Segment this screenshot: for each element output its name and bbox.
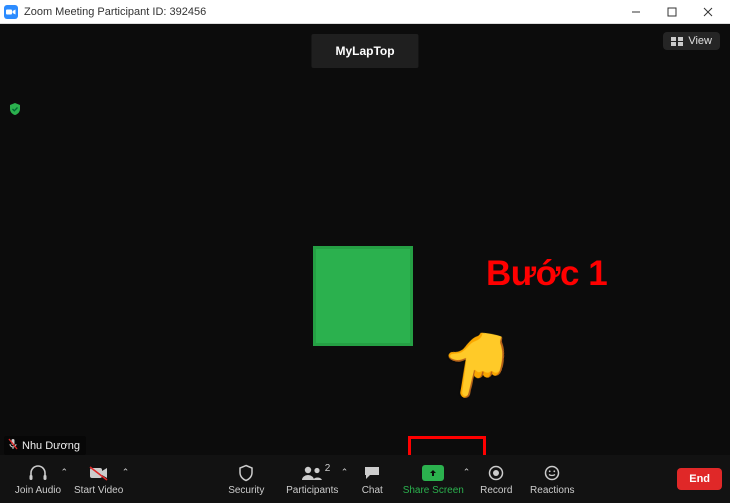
- mic-muted-icon: [8, 438, 18, 453]
- video-off-icon: [88, 463, 110, 483]
- annotation-step-label: Bước 1: [486, 254, 607, 294]
- self-name-badge: Nhu Dương: [4, 436, 86, 455]
- record-button[interactable]: Record: [470, 463, 522, 496]
- reactions-button[interactable]: Reactions: [522, 463, 582, 496]
- self-name-text: Nhu Dương: [22, 440, 80, 452]
- maximize-button[interactable]: [654, 0, 690, 24]
- view-button[interactable]: View: [663, 32, 720, 50]
- zoom-app-icon: [4, 5, 18, 19]
- titlebar: Zoom Meeting Participant ID: 392456: [0, 0, 730, 24]
- active-speaker-name: MyLapTop: [311, 34, 418, 68]
- minimize-button[interactable]: [618, 0, 654, 24]
- chat-icon: [363, 463, 381, 483]
- shield-icon: [237, 463, 255, 483]
- grid-icon: [671, 37, 683, 46]
- record-icon: [488, 463, 504, 483]
- join-audio-button[interactable]: Join Audio ⌃: [8, 463, 68, 496]
- shared-content-placeholder: [313, 246, 413, 346]
- participants-count: 2: [325, 463, 331, 474]
- participants-button[interactable]: Participants 2 ⌃: [276, 463, 348, 496]
- chat-button[interactable]: Chat: [348, 463, 396, 496]
- security-button[interactable]: Security: [216, 463, 276, 496]
- share-chevron-icon[interactable]: ⌃: [463, 467, 471, 478]
- view-label: View: [688, 35, 712, 47]
- start-video-button[interactable]: Start Video ⌃: [68, 463, 129, 496]
- participants-icon: [300, 463, 324, 483]
- meeting-stage: View MyLapTop Bước 1 👇 Nhu Dương Join Au…: [0, 24, 730, 503]
- encryption-shield-icon[interactable]: [8, 102, 22, 116]
- headphones-icon: [27, 463, 49, 483]
- end-meeting-button[interactable]: End: [677, 468, 722, 490]
- audio-chevron-icon[interactable]: ⌃: [60, 467, 68, 478]
- close-button[interactable]: [690, 0, 726, 24]
- meeting-toolbar: Join Audio ⌃ Start Video ⌃ Security Part…: [0, 455, 730, 503]
- share-screen-icon: [422, 463, 444, 483]
- pointing-hand-icon: 👇: [431, 322, 523, 410]
- video-chevron-icon[interactable]: ⌃: [122, 467, 130, 478]
- share-screen-button[interactable]: Share Screen ⌃: [396, 463, 470, 496]
- smile-icon: [544, 463, 560, 483]
- participants-chevron-icon[interactable]: ⌃: [341, 467, 349, 478]
- window-title: Zoom Meeting Participant ID: 392456: [24, 6, 206, 18]
